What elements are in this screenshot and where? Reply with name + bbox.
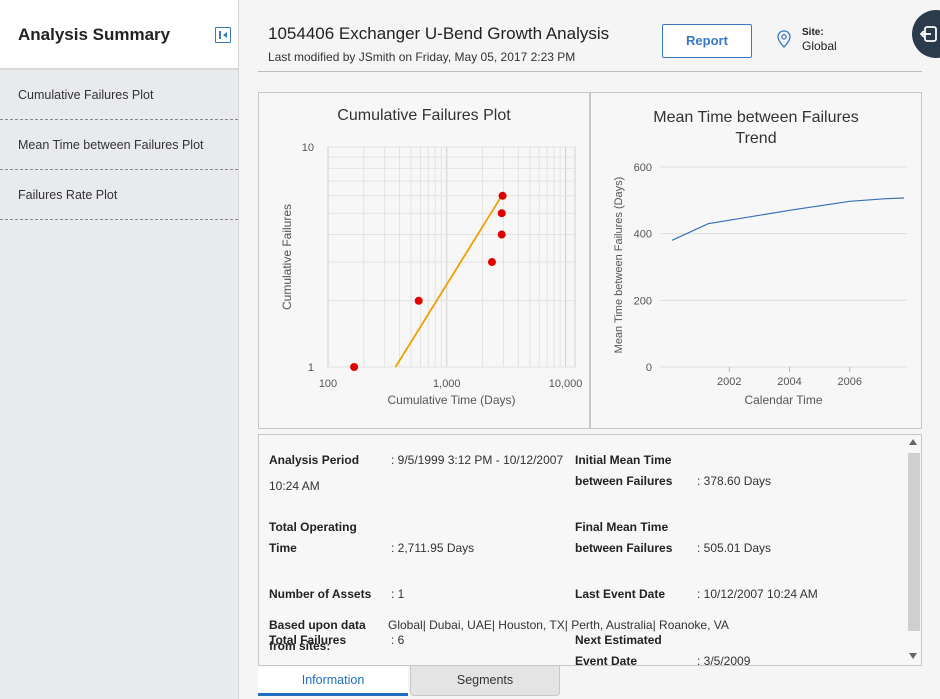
header-divider (258, 71, 922, 72)
plot-area (327, 146, 576, 368)
mtbf-trend-chart: 2002 2004 2006 600 400 200 0 Calendar Time Mean … (613, 162, 907, 407)
page-title: 1054406 Exchanger U-Bend Growth Analysis (268, 24, 610, 43)
failure-point (487, 258, 496, 267)
initial-mtbf-value: : 378.60 Days (697, 474, 772, 488)
next-estimated-value: : 3/5/2009 (697, 654, 751, 666)
sidebar: Analysis Summary Cumulative Failures Plo… (0, 0, 239, 699)
y-tick-label: 0 (646, 362, 652, 374)
total-operating-label: Total Operating (269, 520, 357, 534)
y-tick-label: 400 (634, 229, 652, 241)
mtbf-trend-panel: Mean Time between Failures Trend 2002 200… (590, 92, 922, 429)
info-scrollbar[interactable] (906, 437, 920, 663)
sidebar-header: Analysis Summary (0, 0, 238, 70)
scroll-up-arrow-icon[interactable] (909, 439, 917, 445)
y-tick-label: 10 (302, 142, 314, 154)
number-of-assets-value: : 1 (391, 587, 405, 601)
x-tick-label: 2006 (838, 376, 862, 388)
total-failures-value: : 6 (391, 633, 405, 647)
tab-segments[interactable]: Segments (410, 666, 560, 696)
failure-point (497, 209, 506, 218)
next-estimated-label: Next Estimated (575, 633, 662, 647)
failure-point (497, 230, 506, 239)
based-upon-value: Global| Dubai, UAE| Houston, TX| Perth, … (388, 618, 729, 632)
x-tick-label: 1,000 (433, 378, 461, 390)
sidebar-title: Analysis Summary (18, 25, 171, 44)
site-label: Site: (802, 27, 824, 38)
failure-point (350, 363, 359, 371)
failure-point (498, 191, 507, 200)
last-event-date-label: Last Event Date (575, 587, 666, 601)
analysis-period-value-cont: 10:24 AM (269, 479, 320, 493)
number-of-assets-label: Number of Assets (269, 587, 372, 601)
sidebar-item-cumulative-failures-plot[interactable]: Cumulative Failures Plot (0, 70, 238, 120)
initial-mtbf-label: Initial Mean Time (575, 453, 672, 467)
sidebar-item-mtbf-plot[interactable]: Mean Time between Failures Plot (0, 120, 238, 170)
analysis-period-value: : 9/5/1999 3:12 PM - 10/12/2007 (391, 453, 564, 467)
y-tick-label: 1 (308, 362, 314, 374)
last-event-date-value: : 10/12/2007 10:24 AM (697, 587, 818, 601)
y-tick-label: 600 (634, 162, 652, 174)
total-operating-label-cont: Time (269, 541, 297, 555)
next-estimated-label-cont: Event Date (575, 654, 638, 666)
final-mtbf-label: Final Mean Time (575, 520, 669, 534)
final-mtbf-value: : 505.01 Days (697, 541, 772, 555)
location-pin-icon (777, 30, 791, 48)
exit-button[interactable] (912, 10, 940, 58)
analysis-period-label: Analysis Period (269, 453, 360, 467)
x-tick-label: 10,000 (549, 378, 583, 390)
x-tick-label: 100 (319, 378, 337, 390)
x-axis-label: Cumulative Time (Days) (387, 393, 515, 407)
cumulative-failures-chart: 100 1,000 10,000 10 1 Cumulative Time (Days) C… (280, 142, 583, 407)
total-operating-value: : 2,711.95 Days (391, 541, 475, 555)
y-axis-label: Mean Time between Failures (Days) (613, 177, 625, 354)
tab-information[interactable]: Information (258, 666, 408, 696)
x-tick-label: 2004 (777, 376, 801, 388)
initial-mtbf-label-cont: between Failures (575, 474, 673, 488)
final-mtbf-label-cont: between Failures (575, 541, 673, 555)
cumulative-failures-panel: Cumulative Failures Plot 100 1,000 10,000 1… (258, 92, 590, 429)
exit-icon (920, 26, 937, 42)
sidebar-item-failures-rate-plot[interactable]: Failures Rate Plot (0, 170, 238, 220)
total-failures-label: Total Failures (269, 633, 347, 647)
scroll-down-arrow-icon[interactable] (909, 653, 917, 659)
last-modified-text: Last modified by JSmith on Friday, May 0… (268, 50, 576, 64)
scroll-thumb[interactable] (908, 453, 920, 631)
x-tick-label: 2002 (717, 376, 741, 388)
y-axis-label: Cumulative Failures (280, 204, 294, 310)
report-button[interactable]: Report (662, 24, 752, 58)
collapse-sidebar-icon[interactable] (215, 27, 231, 43)
failure-point (414, 296, 423, 305)
y-tick-label: 200 (634, 295, 652, 307)
information-panel: Analysis Period : 9/5/1999 3:12 PM - 10/… (258, 434, 922, 666)
x-axis-label: Calendar Time (744, 393, 822, 407)
site-value: Global (802, 39, 837, 53)
